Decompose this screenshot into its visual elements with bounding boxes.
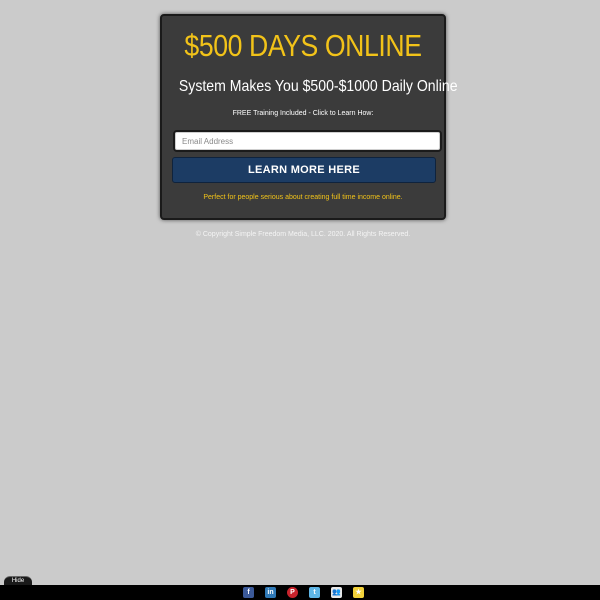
email-input[interactable] (173, 130, 442, 152)
headline: $500 DAYS ONLINE (184, 28, 422, 63)
myspace-icon[interactable]: 👥 (331, 587, 342, 598)
share-bar: f in P t 👥 ★ (0, 585, 600, 600)
favorite-icon[interactable]: ★ (353, 587, 364, 598)
facebook-icon[interactable]: f (243, 587, 254, 598)
copyright-text: © Copyright Simple Freedom Media, LLC. 2… (195, 231, 411, 238)
subheadline: System Makes You $500-$1000 Daily Online (178, 78, 458, 95)
linkedin-icon[interactable]: in (265, 587, 276, 598)
pinterest-icon[interactable]: P (287, 587, 298, 598)
twitter-icon[interactable]: t (309, 587, 320, 598)
training-note: FREE Training Included - Click to Learn … (232, 110, 374, 117)
learn-more-button[interactable]: LEARN MORE HERE (172, 157, 436, 183)
tagline: Perfect for people serious about creatin… (203, 194, 403, 201)
share-icons: f in P t 👥 ★ (243, 587, 364, 598)
page: $500 DAYS ONLINE System Makes You $500-$… (0, 0, 600, 600)
optin-card: $500 DAYS ONLINE System Makes You $500-$… (160, 14, 458, 220)
